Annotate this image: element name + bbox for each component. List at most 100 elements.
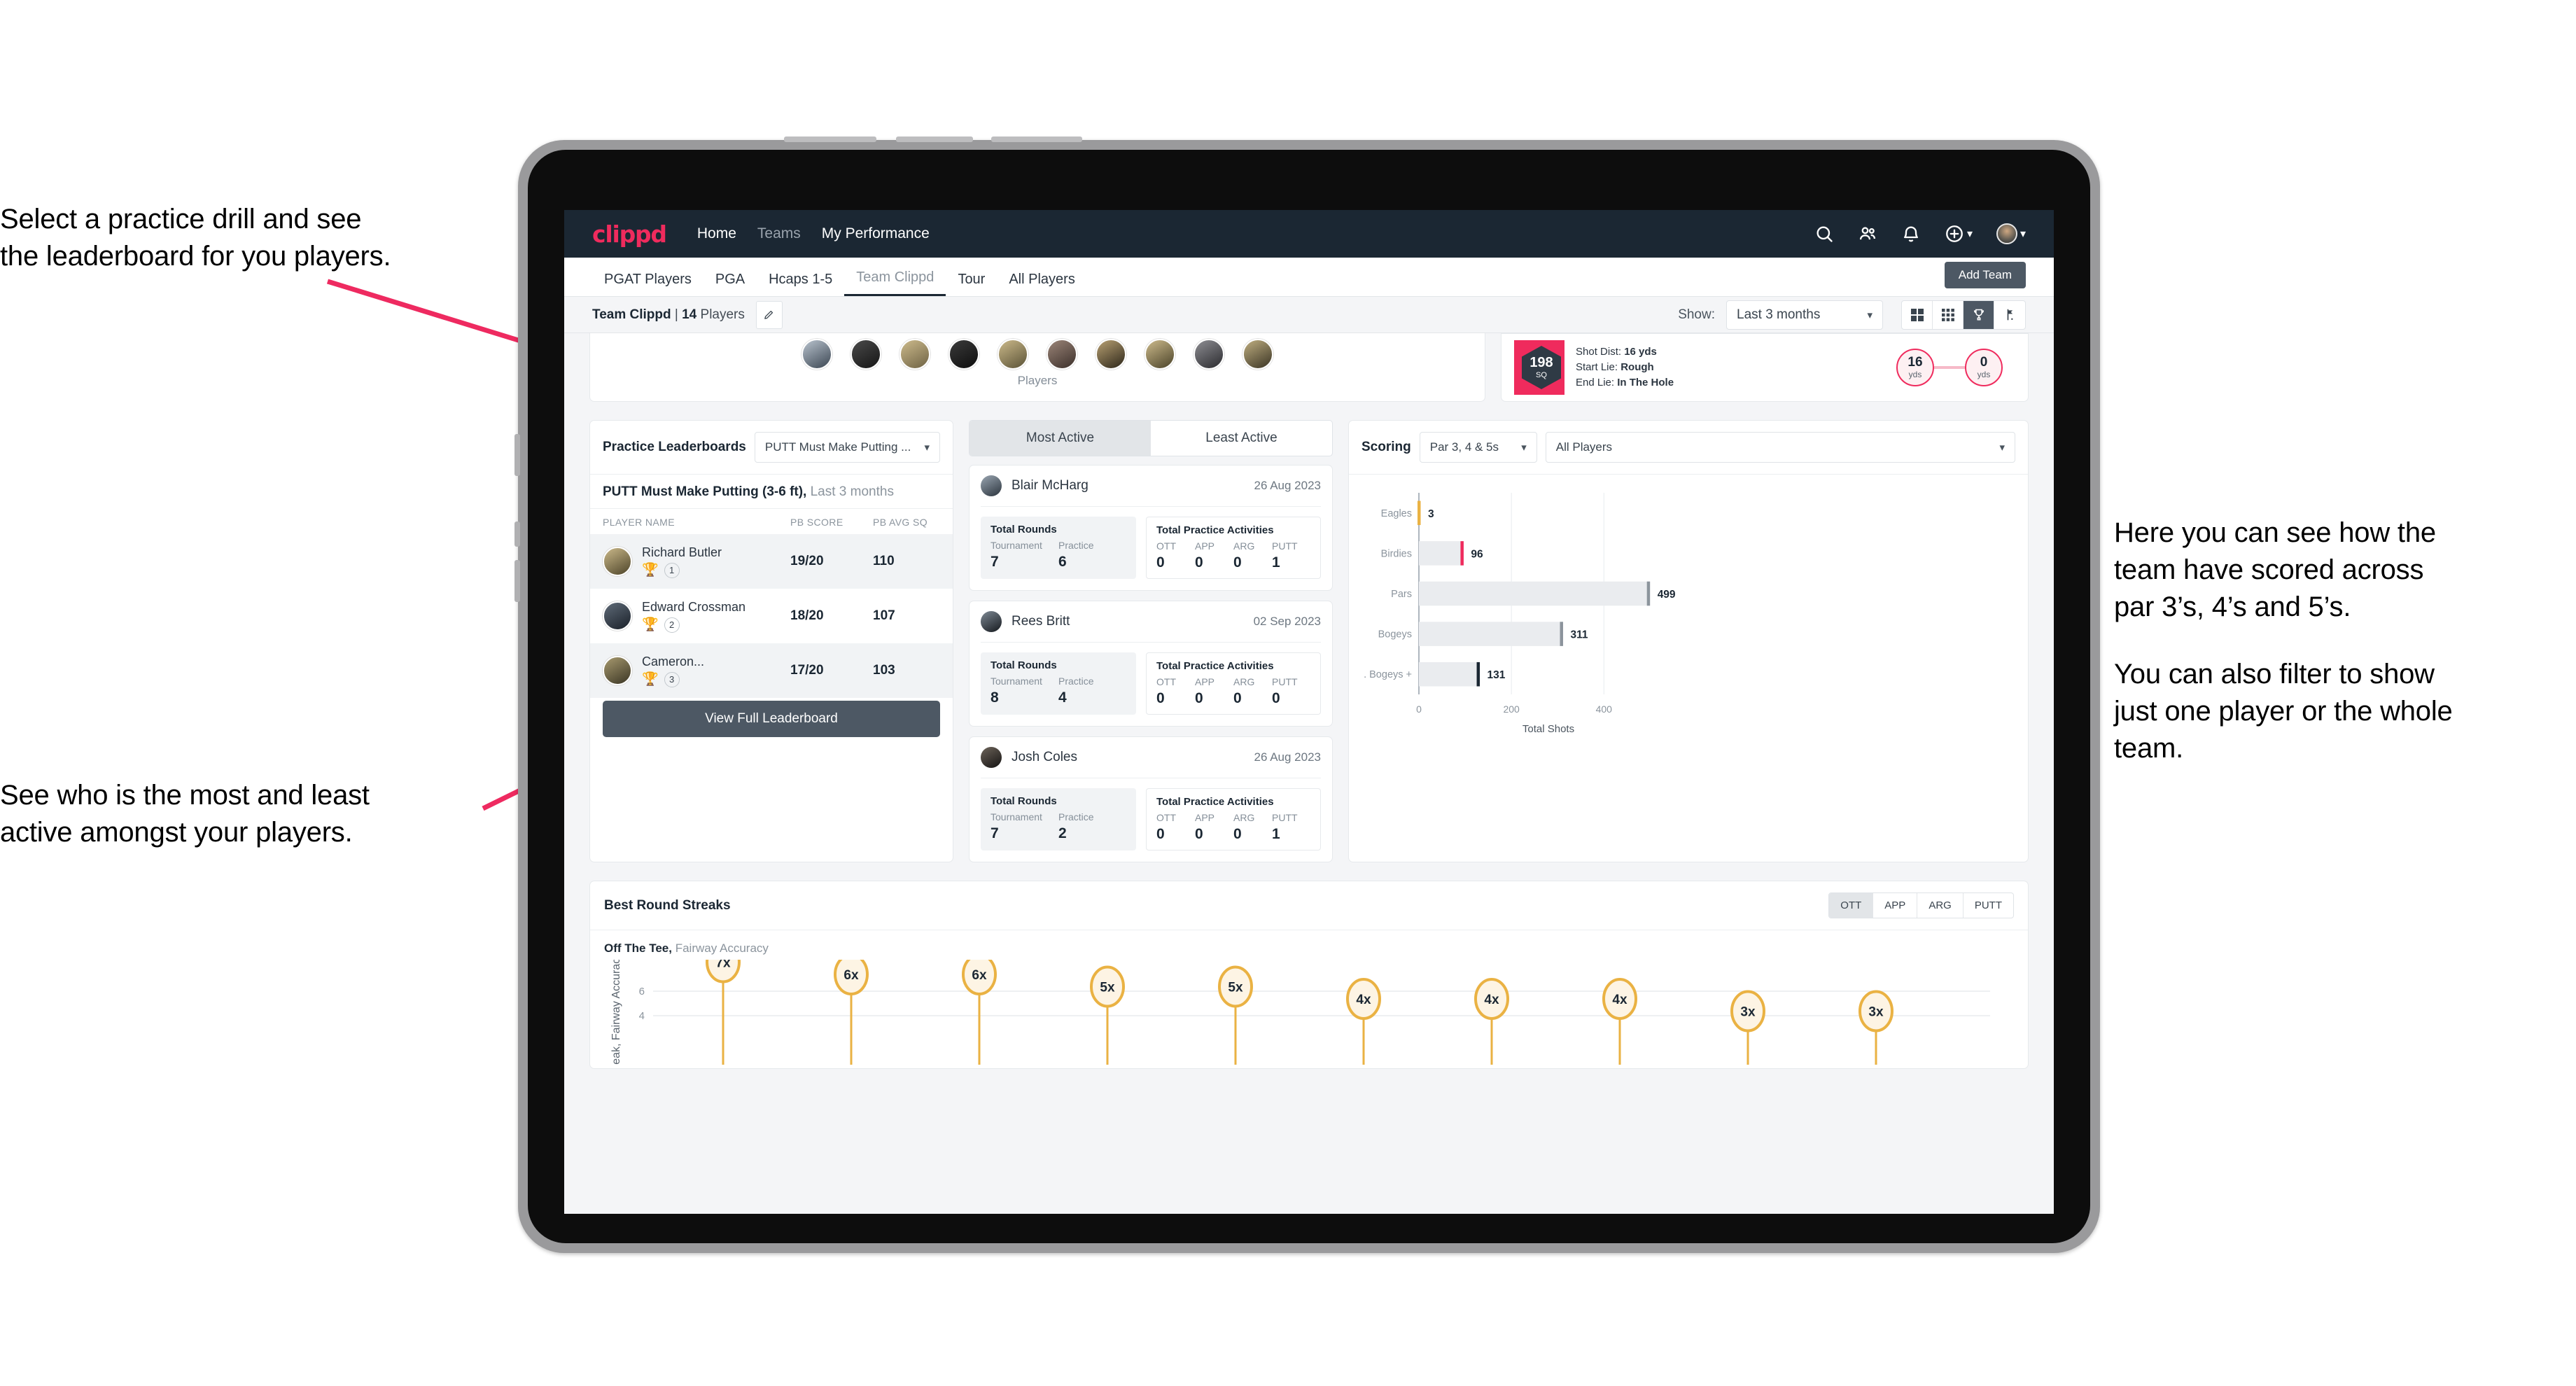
people-icon[interactable] — [1858, 224, 1877, 244]
chevron-down-icon: ▾ — [1867, 309, 1872, 321]
profile-menu[interactable]: ▾ — [1996, 223, 2026, 244]
tab-pga[interactable]: PGA — [704, 272, 757, 296]
annotation-line: Here you can see how the — [2114, 517, 2436, 548]
view-toggle-grid-large[interactable] — [1902, 300, 1933, 329]
segment-app[interactable]: APP — [1873, 893, 1918, 918]
player-name: Edward Crossman — [642, 599, 746, 614]
search-icon[interactable] — [1814, 224, 1834, 244]
view-toggle-grid-small[interactable] — [1933, 300, 1963, 329]
player-cell: Cameron... 🏆 3 — [642, 654, 790, 687]
view-full-leaderboard-button[interactable]: View Full Leaderboard — [603, 701, 940, 737]
table-row[interactable]: Richard Butler 🏆 1 19/20 110 — [590, 534, 953, 589]
svg-text:7x: 7x — [715, 960, 731, 971]
total-rounds-title: Total Rounds — [990, 659, 1057, 671]
avatar[interactable] — [1242, 339, 1273, 370]
edit-team-button[interactable] — [755, 300, 783, 329]
plus-circle-icon[interactable] — [1945, 224, 1964, 244]
show-label: Show: — [1678, 307, 1715, 322]
svg-text:3x: 3x — [1740, 1005, 1756, 1020]
avatar[interactable] — [1194, 339, 1224, 370]
leaderboard-title: Practice Leaderboards — [603, 440, 746, 454]
practice-stat: Practice 6 — [1058, 540, 1126, 570]
activity-card[interactable]: Blair McHarg 26 Aug 2023 Total Rounds To… — [969, 465, 1333, 591]
ott-value: 0 — [1156, 690, 1165, 706]
view-toggle-trophy[interactable] — [1963, 300, 1994, 329]
avatar[interactable] — [948, 339, 979, 370]
svg-text:Pars: Pars — [1391, 589, 1412, 600]
annotation-paragraph: You can also filter to show just one pla… — [2114, 656, 2576, 768]
practice-stat: Practice 2 — [1058, 811, 1126, 842]
avatar[interactable] — [1096, 339, 1126, 370]
putt-value: 0 — [1272, 690, 1280, 706]
total-rounds-panel: Total Rounds Tournament 8 Practice 4 — [981, 652, 1136, 715]
table-row[interactable]: Edward Crossman 🏆 2 18/20 107 — [590, 589, 953, 643]
tab-least-active[interactable]: Least Active — [1151, 421, 1332, 456]
par-filter-select[interactable]: Par 3, 4 & 5s ▾ — [1419, 432, 1537, 463]
view-toggle-flag[interactable] — [1994, 301, 2025, 329]
player-avatars — [590, 333, 1485, 370]
tab-all-players[interactable]: All Players — [997, 272, 1086, 296]
player-rank-meta: 🏆 3 — [642, 671, 790, 687]
date-range-value: Last 3 months — [1737, 307, 1821, 322]
tab-team-clippd[interactable]: Team Clippd — [844, 270, 946, 296]
app-screen: clippd Home Teams My Performance ▾ ▾ PGA… — [564, 210, 2054, 1214]
avatar[interactable] — [997, 339, 1028, 370]
avatar[interactable] — [899, 339, 930, 370]
arg-label: ARG — [1233, 812, 1255, 823]
segment-putt[interactable]: PUTT — [1963, 893, 2013, 918]
player-name: Rees Britt — [1011, 614, 1070, 629]
nav-item-my-performance[interactable]: My Performance — [822, 225, 930, 242]
activity-card[interactable]: Josh Coles 26 Aug 2023 Total Rounds Tour… — [969, 736, 1333, 862]
chevron-down-icon: ▾ — [1521, 442, 1527, 454]
rank-badge: 1 — [664, 562, 680, 578]
bell-icon[interactable] — [1901, 224, 1921, 244]
streaks-lollipop-chart: 4 6 Streak, Fairway Accuracy 7x 6x 6x 5x 5x 4x 4x… — [610, 941, 1990, 1079]
app-stat: APP 0 — [1195, 540, 1233, 571]
separator: | — [674, 307, 678, 322]
total-rounds-title: Total Rounds — [990, 795, 1057, 807]
segment-arg[interactable]: ARG — [1917, 893, 1963, 918]
nav-item-home[interactable]: Home — [697, 225, 736, 242]
avatar[interactable] — [850, 339, 881, 370]
segment-ott[interactable]: OTT — [1829, 893, 1874, 918]
arg-stat: ARG 0 — [1233, 812, 1272, 843]
view-toggle-group — [1901, 300, 2026, 330]
row-top: Players 198 SQ Shot Dist: 16 yds Start L… — [589, 333, 2029, 402]
date-range-select[interactable]: Last 3 months ▾ — [1726, 300, 1883, 330]
player-cell: Richard Butler 🏆 1 — [642, 545, 790, 578]
nav-item-teams[interactable]: Teams — [757, 225, 801, 242]
scoring-chart: 0 200 400 Eagles 3 Birdies 96 Pars 499 Bogeys 311 D… — [1349, 474, 2028, 743]
tab-tour[interactable]: Tour — [946, 272, 997, 296]
avatar[interactable] — [1046, 339, 1077, 370]
avatar[interactable] — [1996, 223, 2017, 244]
total-rounds-title: Total Rounds — [990, 524, 1057, 536]
svg-text:4x: 4x — [1612, 993, 1628, 1007]
practice-label: Practice — [1058, 676, 1094, 687]
tournament-value: 7 — [990, 825, 999, 841]
player-filter-select[interactable]: All Players ▾ — [1545, 432, 2015, 463]
svg-text:4x: 4x — [1356, 993, 1371, 1007]
arg-stat: ARG 0 — [1233, 540, 1272, 571]
chevron-down-icon[interactable]: ▾ — [1967, 227, 1973, 241]
activity-card[interactable]: Rees Britt 02 Sep 2023 Total Rounds Tour… — [969, 601, 1333, 727]
add-menu[interactable]: ▾ — [1945, 224, 1973, 244]
tab-pgat-players[interactable]: PGAT Players — [592, 272, 704, 296]
tab-most-active[interactable]: Most Active — [969, 421, 1151, 456]
avatar[interactable] — [802, 339, 832, 370]
table-row[interactable]: Cameron... 🏆 3 17/20 103 — [590, 643, 953, 698]
svg-text:0: 0 — [1416, 704, 1422, 715]
practice-activities-values: OTT 0 APP 0 ARG 0 PUTT 0 — [1156, 676, 1310, 707]
avatar[interactable] — [1144, 339, 1175, 370]
chevron-down-icon[interactable]: ▾ — [2020, 227, 2026, 241]
pb-score-value: 17/20 — [790, 663, 824, 678]
activity-tabs: Most Active Least Active — [969, 420, 1333, 456]
drill-select[interactable]: PUTT Must Make Putting ... ▾ — [754, 432, 940, 463]
tab-hcaps-1-5[interactable]: Hcaps 1-5 — [757, 272, 844, 296]
add-team-button[interactable]: Add Team — [1944, 262, 2026, 288]
practice-value: 4 — [1058, 690, 1067, 706]
shot-quality-value: 198 — [1530, 355, 1553, 370]
clippd-logo[interactable]: clippd — [592, 220, 667, 248]
svg-text:Streak, Fairway Accuracy: Streak, Fairway Accuracy — [610, 960, 622, 1065]
row-middle: Practice Leaderboards PUTT Must Make Put… — [589, 420, 2029, 862]
drill-select-value: PUTT Must Make Putting ... — [764, 440, 911, 454]
